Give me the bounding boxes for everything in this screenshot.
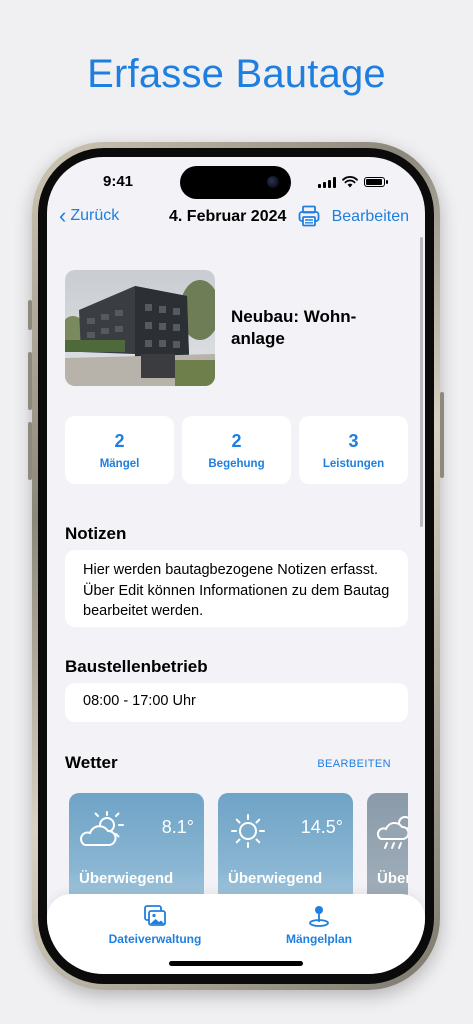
stat-defects[interactable]: 2 Mängel (65, 416, 174, 484)
notes-title: Notizen (65, 524, 127, 543)
map-pin-icon (309, 906, 329, 927)
volume-down-button (28, 422, 32, 480)
chevron-left-icon: ‹ (59, 203, 67, 228)
printer-icon[interactable] (297, 204, 321, 228)
project-title: Neubau: Wohn-anlage (231, 307, 357, 348)
photo-gallery-icon (144, 905, 166, 926)
weather-condition: Überwiegend (228, 870, 323, 887)
stat-value: 2 (114, 431, 125, 451)
stats-row: 2 Mängel 2 Begehung 3 Leistungen (65, 416, 408, 484)
stat-label: Leistungen (322, 458, 385, 470)
site-hours-card[interactable]: 08:00 - 17:00 Uhr (65, 683, 408, 722)
back-label: Zurück (70, 207, 120, 224)
weather-condition: Über (377, 870, 408, 887)
tab-label: Dateiverwaltung (108, 932, 202, 946)
weather-temp: 14.5° (300, 817, 343, 837)
sun-icon (231, 814, 265, 848)
partly-sunny-icon (80, 811, 124, 846)
notes-card[interactable]: Hier werden bautagbezogene Notizen erfas… (65, 550, 408, 627)
camera-icon (267, 176, 279, 188)
headline: Erfasse Bautage (87, 52, 386, 96)
tab-defect-plan[interactable]: Mängelplan (259, 904, 379, 946)
weather-cards[interactable]: 8.1° Überwiegend 14.5° Überwiegend Über (65, 793, 408, 903)
tab-file-management[interactable]: Dateiverwaltung (95, 904, 215, 946)
dynamic-island (180, 166, 291, 199)
weather-card[interactable]: 8.1° Überwiegend (69, 793, 204, 903)
page-title: 4. Februar 2024 (169, 208, 287, 225)
weather-edit-button[interactable]: BEARBEITEN (317, 758, 391, 770)
stat-inspections[interactable]: 2 Begehung (182, 416, 291, 484)
battery-icon (364, 177, 388, 187)
wifi-icon (342, 176, 358, 188)
phone-screen: 9:41 ‹ Zurück 4. Februar 2024 Bearbeiten (47, 157, 425, 974)
edit-button[interactable]: Bearbeiten (332, 208, 409, 226)
notes-text: Hier werden bautagbezogene Notizen erfas… (83, 562, 390, 619)
tab-bar: Dateiverwaltung Mängelplan (47, 894, 425, 974)
stat-value: 2 (231, 431, 242, 451)
stat-label: Begehung (208, 458, 265, 470)
scrollbar[interactable] (420, 237, 423, 527)
navigation-bar: ‹ Zurück 4. Februar 2024 Bearbeiten (47, 203, 425, 229)
rain-sun-icon (376, 816, 408, 849)
project-photo (65, 270, 215, 386)
site-hours: 08:00 - 17:00 Uhr (83, 693, 196, 709)
back-button[interactable]: ‹ Zurück (59, 203, 120, 228)
weather-temp: 8.1° (161, 817, 194, 837)
action-button (28, 300, 32, 330)
weather-condition: Überwiegend (79, 870, 174, 887)
weather-card[interactable]: Über (367, 793, 408, 903)
power-button (440, 392, 444, 478)
status-time: 9:41 (103, 173, 134, 190)
stat-services[interactable]: 3 Leistungen (299, 416, 408, 484)
stat-label: Mängel (99, 458, 140, 470)
project-header: Neubau: Wohn-anlage (65, 270, 407, 386)
stat-value: 3 (348, 431, 359, 451)
tab-label: Mängelplan (285, 932, 352, 946)
site-operation-title: Baustellenbetrieb (65, 657, 208, 676)
home-indicator[interactable] (169, 961, 303, 966)
status-icons (318, 176, 388, 188)
weather-card[interactable]: 14.5° Überwiegend (218, 793, 353, 903)
volume-up-button (28, 352, 32, 410)
weather-title: Wetter (65, 753, 118, 772)
cellular-signal-icon (318, 176, 336, 188)
